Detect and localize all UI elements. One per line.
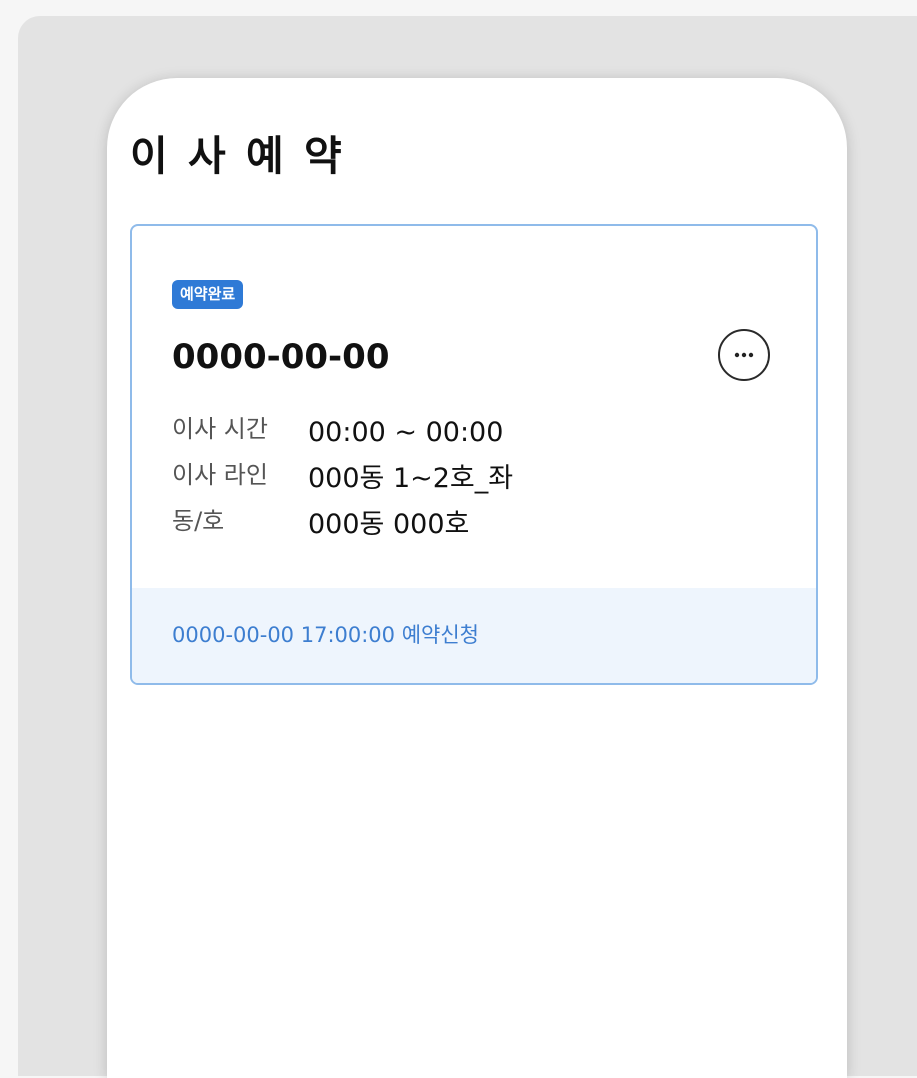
page-title: 이 사 예 약 xyxy=(130,132,345,180)
detail-label: 동/호 xyxy=(172,507,225,535)
more-options-button[interactable] xyxy=(718,329,770,381)
detail-label: 이사 시간 xyxy=(172,415,268,443)
detail-value: 000동 1~2호_좌 xyxy=(308,463,514,494)
card-footer: 0000-00-00 17:00:00 예약신청 xyxy=(132,588,816,683)
more-horizontal-icon xyxy=(734,352,754,358)
detail-value: 00:00 ~ 00:00 xyxy=(308,417,504,448)
detail-label: 이사 라인 xyxy=(172,461,268,489)
detail-value: 000동 000호 xyxy=(308,509,470,540)
status-badge: 예약완료 xyxy=(172,280,244,309)
reservation-date: 0000-00-00 xyxy=(172,337,390,377)
reservation-card[interactable]: 예약완료 0000-00-00 이사 시간 00:00 ~ 00:00 이사 라… xyxy=(130,224,818,685)
request-timestamp: 0000-00-00 17:00:00 예약신청 xyxy=(172,623,479,647)
